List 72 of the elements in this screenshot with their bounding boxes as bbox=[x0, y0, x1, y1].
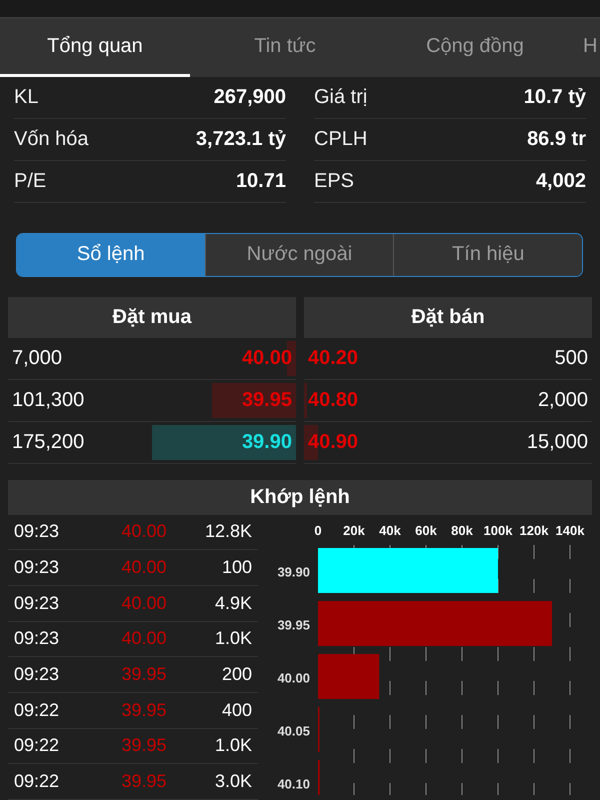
stat-value: 86.9 tr bbox=[527, 128, 586, 152]
stat-value: 267,900 bbox=[214, 86, 286, 110]
trade-time: 09:22 bbox=[14, 700, 60, 721]
trade-price: 39.95 bbox=[120, 735, 168, 756]
trade-price: 39.95 bbox=[120, 664, 168, 686]
axis-tick-label: 140k bbox=[556, 522, 584, 538]
stat-label: KL bbox=[14, 86, 38, 110]
trade-price: 40.00 bbox=[120, 628, 168, 650]
bid-price: 40.00 bbox=[242, 346, 292, 370]
segment-button[interactable]: Sổ lệnh bbox=[17, 234, 205, 276]
trade-price: 39.95 bbox=[120, 771, 168, 792]
trade-price: 40.00 bbox=[120, 592, 168, 614]
section-header: Khớp lệnh bbox=[8, 480, 592, 514]
stat-value: 10.7 tỷ bbox=[524, 86, 586, 110]
ask-price: 40.20 bbox=[308, 346, 358, 370]
trade-price: 40.00 bbox=[120, 557, 168, 578]
axis-category-label: 40.05 bbox=[277, 723, 310, 738]
trade-volume: 100 bbox=[220, 557, 252, 578]
trade-volume: 1.0K bbox=[214, 735, 252, 756]
stat-value: 10.71 bbox=[236, 170, 286, 194]
axis-category-label: 39.90 bbox=[277, 564, 310, 579]
axis-tick-label: 100k bbox=[484, 522, 512, 538]
trade-price: 40.00 bbox=[120, 521, 168, 542]
stat-value: 3,723.1 tỷ bbox=[196, 128, 286, 152]
tab[interactable]: Cộng đồng bbox=[380, 18, 570, 78]
ask-volume: 15,000 bbox=[526, 430, 588, 454]
stat-label: P/E bbox=[14, 170, 46, 194]
trade-time: 09:23 bbox=[14, 592, 60, 614]
tab[interactable]: Tin tức bbox=[190, 18, 380, 78]
stat-label: EPS bbox=[314, 170, 354, 194]
segment-button[interactable]: Tín hiệu bbox=[393, 234, 582, 276]
stat-label: CPLH bbox=[314, 128, 368, 152]
axis-category-label: 40.00 bbox=[277, 670, 310, 685]
tab[interactable]: H bbox=[570, 18, 600, 78]
trade-volume: 12.8K bbox=[204, 521, 252, 542]
column-header: Đặt mua bbox=[8, 296, 296, 338]
bid-volume: 7,000 bbox=[12, 346, 62, 370]
axis-tick-label: 80k bbox=[451, 522, 473, 538]
stat-label: Giá trị bbox=[314, 86, 368, 110]
trade-time: 09:22 bbox=[14, 735, 60, 756]
trade-volume: 1.0K bbox=[214, 628, 252, 650]
segment-button[interactable]: Nước ngoài bbox=[204, 234, 394, 276]
trade-volume: 3.0K bbox=[214, 771, 252, 792]
axis-tick-label: 40k bbox=[379, 522, 401, 538]
bid-volume: 101,300 bbox=[12, 388, 84, 412]
trade-time: 09:22 bbox=[14, 771, 60, 792]
bid-price: 39.90 bbox=[242, 430, 292, 454]
column-header: Đặt bán bbox=[304, 296, 592, 338]
axis-tick-label: 120k bbox=[520, 522, 548, 538]
tab[interactable]: Tổng quan bbox=[0, 18, 190, 78]
axis-tick-label: 20k bbox=[343, 522, 365, 538]
ask-volume: 500 bbox=[554, 346, 588, 370]
ask-price: 40.80 bbox=[308, 388, 358, 412]
trade-time: 09:23 bbox=[14, 664, 60, 686]
bid-price: 39.95 bbox=[242, 388, 292, 412]
axis-category-label: 40.10 bbox=[277, 776, 310, 791]
stat-label: Vốn hóa bbox=[14, 128, 89, 152]
bar bbox=[318, 654, 380, 698]
trade-price: 39.95 bbox=[120, 700, 168, 721]
axis-tick-label: 60k bbox=[415, 522, 437, 538]
axis-tick-label: 0 bbox=[314, 522, 322, 538]
trade-time: 09:23 bbox=[14, 557, 60, 578]
trade-volume: 400 bbox=[220, 700, 252, 721]
ask-volume: 2,000 bbox=[538, 388, 588, 412]
trade-volume: 200 bbox=[220, 664, 252, 686]
trade-time: 09:23 bbox=[14, 521, 60, 542]
ask-price: 40.90 bbox=[308, 430, 358, 454]
axis-category-label: 39.95 bbox=[277, 617, 310, 632]
trade-time: 09:23 bbox=[14, 628, 60, 650]
bid-volume: 175,200 bbox=[12, 430, 84, 454]
trade-volume: 4.9K bbox=[214, 592, 252, 614]
stat-value: 4,002 bbox=[536, 170, 586, 194]
